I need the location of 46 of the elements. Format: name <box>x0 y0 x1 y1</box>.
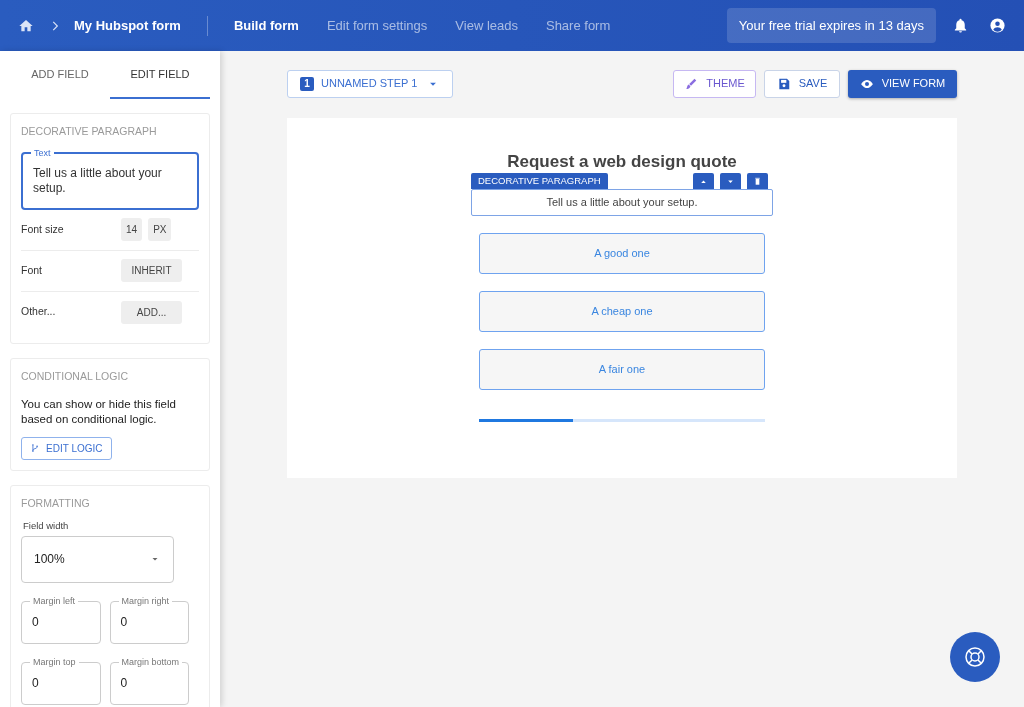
nav-tab[interactable]: View leads <box>455 15 518 36</box>
logic-description: You can show or hide this field based on conditional logic. <box>21 396 177 427</box>
nav-tab[interactable]: Share form <box>545 15 611 36</box>
panel-title: DECORATIVE PARAGRAPH <box>21 124 158 139</box>
lifebuoy-icon <box>963 645 987 669</box>
breadcrumb-link[interactable]: My Hubspot form <box>74 15 181 36</box>
setting-button[interactable]: ADD... <box>121 300 182 324</box>
setting-label: Other... <box>21 304 57 320</box>
setting-label: Font size <box>21 221 65 237</box>
brush-icon <box>684 76 699 91</box>
decorative-paragraph: Tell us a little about your setup. <box>471 189 773 216</box>
delete-button[interactable] <box>747 173 768 189</box>
form-heading: Request a web design quote <box>507 152 737 172</box>
move-down-button[interactable] <box>720 173 741 189</box>
setting-button[interactable]: 14 <box>121 218 143 242</box>
field-label: Margin left <box>30 594 79 608</box>
edit-logic-button[interactable]: EDIT LOGIC <box>21 436 112 460</box>
branch-icon <box>30 443 40 453</box>
field-label: Margin right <box>118 594 173 608</box>
field-label: Margin top <box>30 655 79 669</box>
account-icon <box>989 17 1006 34</box>
view-button[interactable]: VIEW FORM <box>848 69 957 98</box>
theme-button[interactable]: THEME <box>673 69 756 98</box>
answer-option[interactable]: A good one <box>479 233 765 274</box>
save-button[interactable]: SAVE <box>764 69 840 98</box>
home-icon <box>18 17 34 34</box>
help-button[interactable] <box>950 632 1000 682</box>
nav-tab[interactable]: Build form <box>233 15 299 36</box>
sidebar-tab[interactable]: ADD FIELD <box>10 51 110 99</box>
panel-title: FORMATTING <box>21 495 91 511</box>
panel-title: CONDITIONAL LOGIC <box>21 368 129 384</box>
step-selector[interactable]: 1 UNNAMED STEP 1 <box>287 69 454 98</box>
answer-option[interactable]: A fair one <box>479 349 765 390</box>
field-width-dropdown[interactable]: 100% <box>21 535 174 583</box>
field-label: Field width <box>23 519 70 534</box>
sidebar-tab[interactable]: EDIT FIELD <box>110 51 210 99</box>
answer-option[interactable]: A cheap one <box>479 291 765 332</box>
setting-button[interactable]: PX <box>148 218 172 242</box>
nav-tab[interactable]: Edit form settings <box>326 15 428 36</box>
trial-notice: Your free trial expires in 13 days <box>726 7 936 44</box>
bell-icon <box>952 17 969 34</box>
step-number: 1 <box>300 76 314 91</box>
trash-icon <box>752 175 763 187</box>
setting-label: Font <box>21 262 43 278</box>
setting-button[interactable]: INHERIT <box>121 259 182 283</box>
field-label: Margin bottom <box>118 655 183 669</box>
